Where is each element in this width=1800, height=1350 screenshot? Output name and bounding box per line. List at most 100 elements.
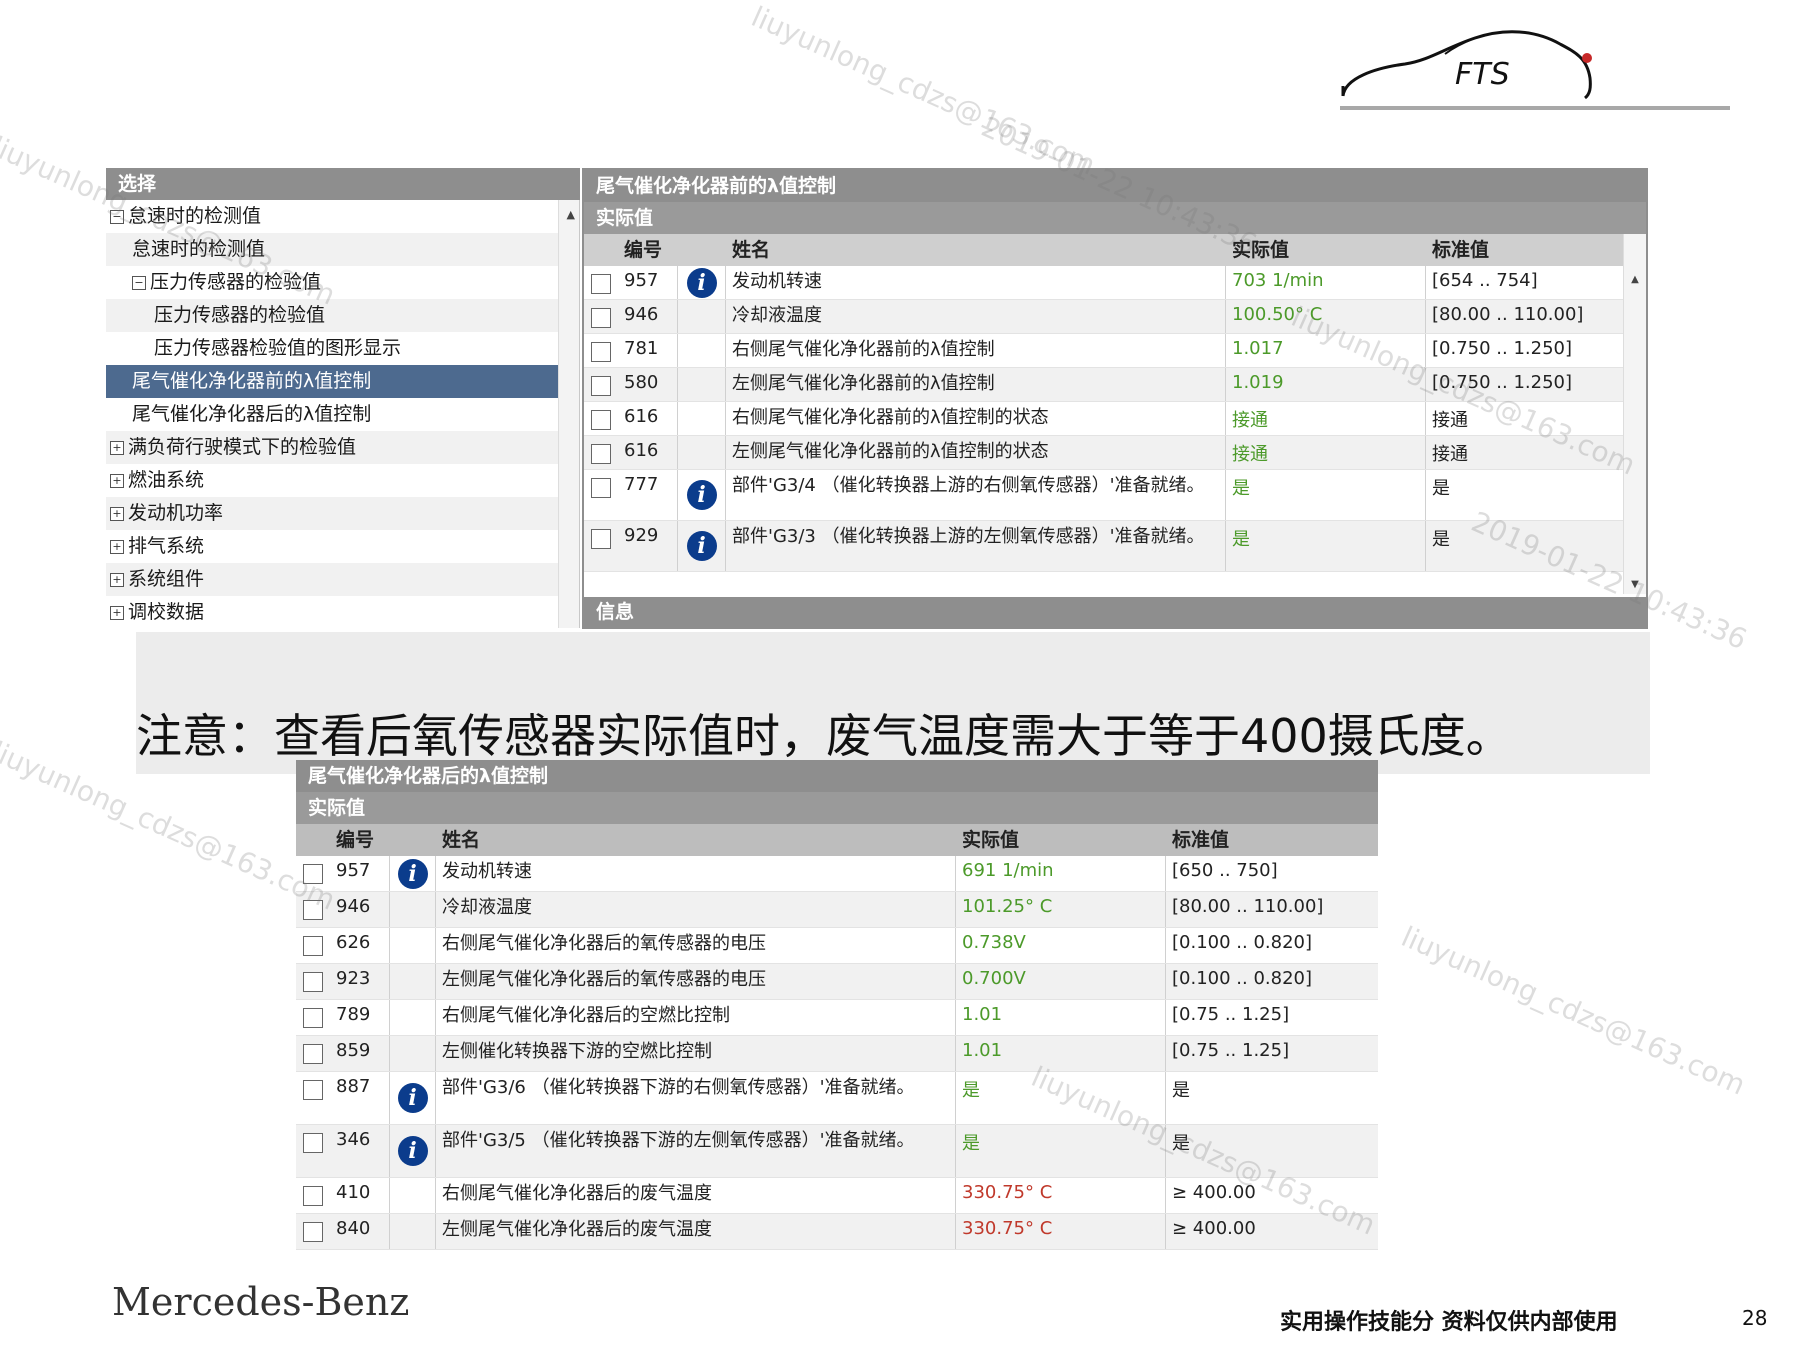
expand-icon[interactable]: +: [110, 539, 124, 554]
tree-item-label: 尾气催化净化器前的λ值控制: [132, 370, 372, 392]
row-checkbox[interactable]: [303, 972, 323, 992]
table-row[interactable]: 923 左侧尾气催化净化器后的氧传感器的电压 0.700V [0.100 .. 0.8…: [296, 964, 1378, 1000]
row-standard-value: [650 .. 750]: [1172, 860, 1278, 881]
mercedes-benz-logo: Mercedes-Benz: [112, 1280, 410, 1324]
watermark-text: liuyunlong_cdzs@163.com: [746, 0, 1101, 182]
expand-icon[interactable]: +: [110, 605, 124, 620]
info-icon[interactable]: i: [686, 267, 717, 298]
tree-scrollbar[interactable]: ▲: [558, 200, 579, 628]
row-checkbox[interactable]: [591, 376, 611, 396]
tree-item[interactable]: 尾气催化净化器后的λ值控制: [106, 398, 579, 431]
info-icon[interactable]: i: [686, 531, 717, 561]
info-icon[interactable]: i: [397, 1083, 428, 1113]
column-header-actual-value[interactable]: 实际值: [1226, 234, 1426, 266]
table-row[interactable]: 957 i 发动机转速 691 1/min [650 .. 750]: [296, 856, 1378, 892]
tree-item[interactable]: + 系统组件: [106, 563, 579, 596]
row-standard-value: 是: [1432, 529, 1450, 550]
table-row[interactable]: 929 i 部件'G3/3 （催化转换器上游的左侧氧传感器）'准备就绪。是是: [584, 521, 1646, 572]
row-info-cell: [390, 1000, 436, 1035]
scroll-up-icon[interactable]: ▲: [567, 208, 575, 221]
row-name: 右侧尾气催化净化器后的空燃比控制: [436, 1000, 956, 1035]
selection-tree-panel: 选择 ▲ − 怠速时的检测值 怠速时的检测值 − 压力传感器的检验值 压力传感器的检验值压…: [106, 168, 580, 630]
tree-item[interactable]: 尾气催化净化器前的λ值控制: [106, 365, 579, 398]
tree-item[interactable]: − 怠速时的检测值: [106, 200, 579, 233]
row-checkbox[interactable]: [303, 936, 323, 956]
column-header-standard-value[interactable]: 标准值: [1166, 824, 1378, 856]
column-header-standard-value[interactable]: 标准值: [1426, 234, 1606, 266]
expand-icon[interactable]: +: [110, 440, 124, 455]
info-icon[interactable]: i: [397, 1136, 428, 1166]
row-checkbox[interactable]: [303, 900, 323, 920]
row-name: 发动机转速: [436, 856, 956, 891]
table-row[interactable]: 789 右侧尾气催化净化器后的空燃比控制 1.01 [0.75 .. 1.25]: [296, 1000, 1378, 1036]
row-name: 左侧尾气催化净化器前的λ值控制: [726, 368, 1226, 401]
row-checkbox[interactable]: [303, 1044, 323, 1064]
row-checkbox[interactable]: [303, 1008, 323, 1028]
table-row[interactable]: 946 冷却液温度 101.25° C [80.00 .. 110.00]: [296, 892, 1378, 928]
column-header-name[interactable]: 姓名: [726, 234, 1226, 266]
table-header: 编号 姓名 实际值 标准值: [296, 824, 1378, 856]
table-row[interactable]: 840 左侧尾气催化净化器后的废气温度 330.75° C ≥ 400.00: [296, 1214, 1378, 1250]
collapse-icon[interactable]: −: [132, 275, 146, 290]
tree-item[interactable]: + 满负荷行驶模式下的检验值: [106, 431, 579, 464]
table-row[interactable]: 626 右侧尾气催化净化器后的氧传感器的电压 0.738V [0.100 .. 0.8…: [296, 928, 1378, 964]
row-standard-value: 接通: [1432, 410, 1468, 431]
table-row[interactable]: 616 左侧尾气催化净化器前的λ值控制的状态 接通 接通: [584, 436, 1646, 470]
row-checkbox-cell: [584, 300, 618, 333]
column-header-actual-value[interactable]: 实际值: [956, 824, 1166, 856]
table-row[interactable]: 781 右侧尾气催化净化器前的λ值控制 1.017 [0.750 .. 1.250]: [584, 334, 1646, 368]
row-checkbox[interactable]: [591, 308, 611, 328]
row-checkbox-cell: [296, 892, 330, 927]
row-checkbox[interactable]: [303, 864, 323, 884]
column-header-name[interactable]: 姓名: [436, 824, 956, 856]
tree-item[interactable]: 压力传感器的检验值: [106, 299, 579, 332]
note-text: 注意：查看后氧传感器实际值时，废气温度需大于等于400摄氏度。: [136, 709, 1512, 763]
table-row[interactable]: 957 i 发动机转速 703 1/min [654 .. 754]: [584, 266, 1646, 300]
table-row[interactable]: 887 i 部件'G3/6 （催化转换器下游的右侧氧传感器）'准备就绪。是是: [296, 1072, 1378, 1125]
expand-icon[interactable]: +: [110, 473, 124, 488]
row-checkbox[interactable]: [591, 342, 611, 362]
column-header-id[interactable]: 编号: [330, 824, 390, 856]
tree-item-label: 压力传感器的检验值: [154, 304, 326, 326]
scroll-up-icon[interactable]: ▲: [1624, 274, 1646, 285]
tree-item[interactable]: + 发动机功率: [106, 497, 579, 530]
top-panel-title: 尾气催化净化器前的λ值控制: [584, 170, 1646, 202]
table-row[interactable]: 859 左侧催化转换器下游的空燃比控制 1.01 [0.75 .. 1.25]: [296, 1036, 1378, 1072]
row-id: 410: [330, 1178, 390, 1213]
row-checkbox[interactable]: [591, 444, 611, 464]
table-row[interactable]: 410 右侧尾气催化净化器后的废气温度 330.75° C ≥ 400.00: [296, 1178, 1378, 1214]
row-checkbox[interactable]: [591, 410, 611, 430]
row-checkbox[interactable]: [591, 529, 611, 549]
collapse-icon[interactable]: −: [110, 209, 124, 224]
scroll-down-icon[interactable]: ▼: [1624, 579, 1646, 590]
row-checkbox[interactable]: [303, 1080, 323, 1100]
info-icon[interactable]: i: [397, 858, 428, 889]
table-row[interactable]: 777 i 部件'G3/4 （催化转换器上游的右侧氧传感器）'准备就绪。是是: [584, 470, 1646, 521]
tree-item[interactable]: 压力传感器检验值的图形显示: [106, 332, 579, 365]
table-row[interactable]: 346 i 部件'G3/5 （催化转换器下游的左侧氧传感器）'准备就绪。是是: [296, 1125, 1378, 1178]
expand-icon[interactable]: +: [110, 506, 124, 521]
tree-item[interactable]: + 燃油系统: [106, 464, 579, 497]
row-id: 616: [618, 402, 678, 435]
fts-logo-text: FTS: [1455, 57, 1510, 92]
tree-item[interactable]: + 调校数据: [106, 596, 579, 629]
row-standard-value: ≥ 400.00: [1172, 1218, 1256, 1239]
table-row[interactable]: 580 左侧尾气催化净化器前的λ值控制 1.019 [0.750 .. 1.250]: [584, 368, 1646, 402]
tree-item[interactable]: 怠速时的检测值: [106, 233, 579, 266]
row-id: 946: [618, 300, 678, 333]
row-checkbox[interactable]: [591, 478, 611, 498]
expand-icon[interactable]: +: [110, 572, 124, 587]
row-checkbox-cell: [584, 402, 618, 435]
tree-item-label: 系统组件: [128, 568, 205, 590]
row-checkbox[interactable]: [303, 1133, 323, 1153]
table-row[interactable]: 946 冷却液温度 100.50° C [80.00 .. 110.00]: [584, 300, 1646, 334]
row-checkbox[interactable]: [591, 274, 611, 294]
tree-item[interactable]: + 排气系统: [106, 530, 579, 563]
table-row[interactable]: 616 右侧尾气催化净化器前的λ值控制的状态 接通 接通: [584, 402, 1646, 436]
row-checkbox[interactable]: [303, 1186, 323, 1206]
column-header-id[interactable]: 编号: [618, 234, 678, 266]
vertical-scrollbar[interactable]: ▲ ▼: [1623, 234, 1646, 594]
info-icon[interactable]: i: [686, 480, 717, 510]
row-checkbox[interactable]: [303, 1222, 323, 1242]
tree-item[interactable]: − 压力传感器的检验值: [106, 266, 579, 299]
